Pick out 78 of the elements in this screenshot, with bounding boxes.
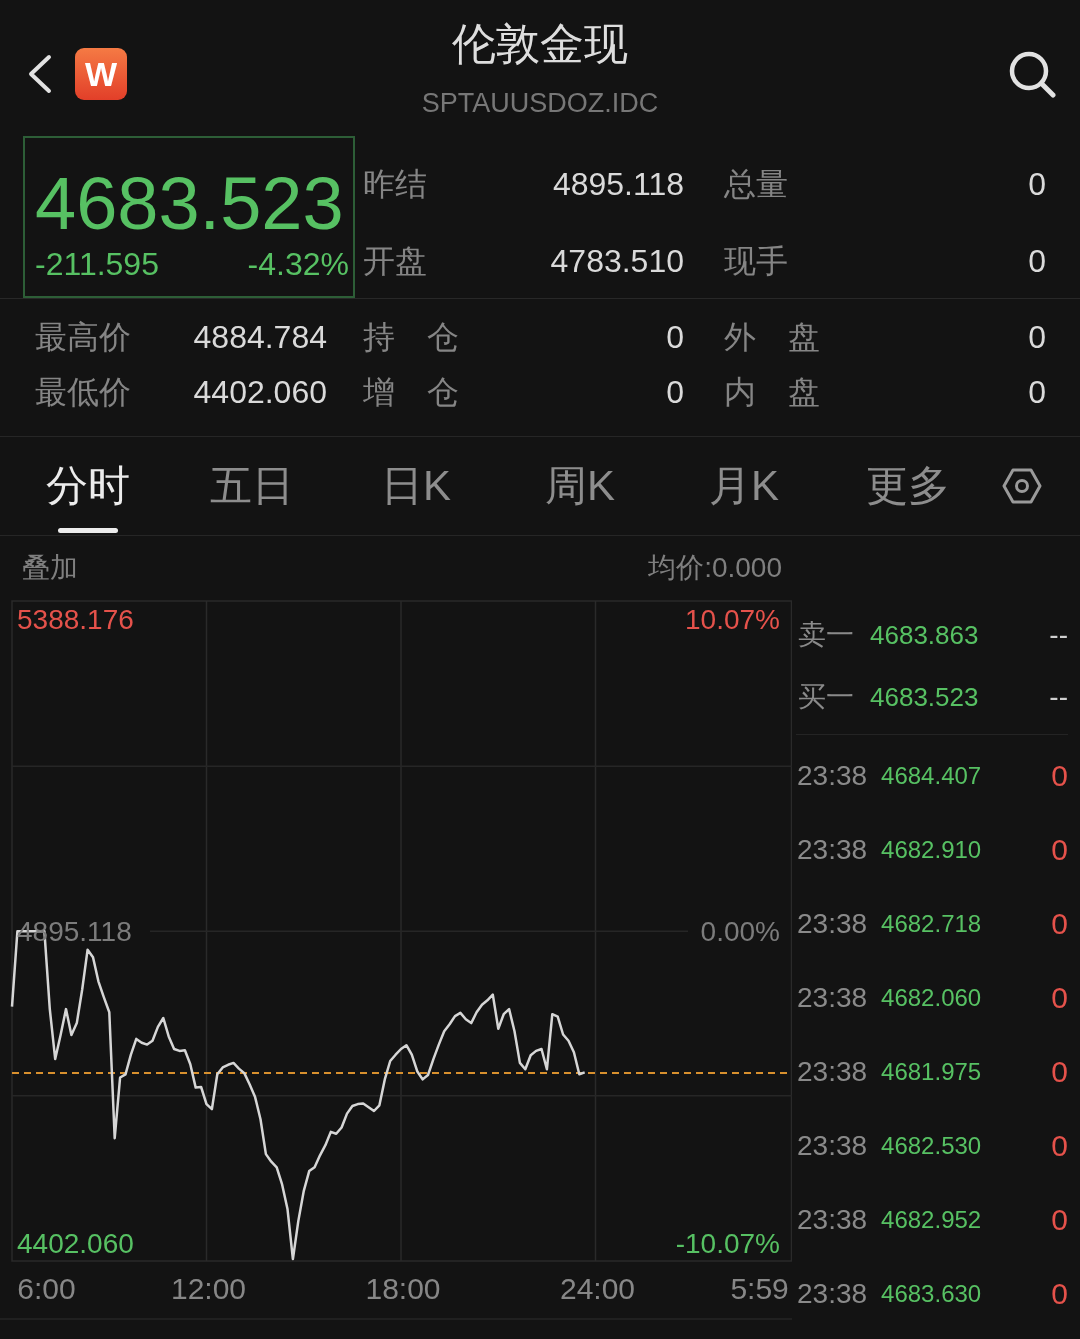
time-axis-label: 18:00	[365, 1272, 441, 1305]
stat-label: 外 盘	[724, 317, 820, 357]
trade-price: 4682.060	[881, 984, 982, 1012]
stat-label: 总量	[724, 164, 788, 204]
stat-label: 最低价	[35, 372, 131, 412]
tab[interactable]: 周K	[545, 437, 615, 535]
price-axis-label: 4402.060	[17, 1228, 134, 1260]
price-axis-label: 5388.176	[17, 604, 134, 636]
trade-time: 23:38	[797, 834, 868, 866]
page-title: 伦敦金现	[452, 18, 628, 70]
percent-axis-label: 10.07%	[685, 604, 780, 636]
trade-price: 4682.718	[881, 910, 982, 938]
stat-label: 昨结	[363, 164, 427, 204]
trade-volume: 0	[1051, 1203, 1068, 1237]
stat-value: 4884.784	[193, 319, 327, 356]
app-logo: W	[75, 48, 127, 100]
trade-price: 4682.952	[881, 1206, 982, 1234]
stat-value: 4895.118	[552, 166, 684, 203]
tab[interactable]: 分时	[46, 437, 130, 535]
trade-volume: 0	[1051, 907, 1068, 941]
order-price: 4683.863	[870, 619, 979, 651]
stat-value: 0	[666, 374, 684, 411]
time-axis-label: 12:00	[170, 1272, 247, 1305]
trade-volume: 0	[1051, 759, 1068, 793]
stat-label: 现手	[724, 241, 788, 281]
last-price: 4683.523	[35, 164, 345, 244]
change-percent: -4.32%	[247, 245, 349, 284]
trade-volume: 0	[1051, 1129, 1068, 1163]
trade-time: 23:38	[797, 982, 868, 1014]
order-volume: --	[1049, 619, 1068, 651]
trade-time: 23:38	[797, 760, 868, 792]
trade-price: 4681.975	[881, 1058, 982, 1086]
trade-time: 23:38	[797, 1204, 868, 1236]
search-icon[interactable]	[1008, 50, 1056, 98]
stat-value: 0	[666, 319, 684, 356]
symbol-code: SPTAUUSDOZ.IDC	[421, 87, 659, 120]
order-label: 买一	[798, 680, 854, 714]
stat-label: 增 仓	[363, 372, 459, 412]
back-icon[interactable]	[27, 54, 53, 94]
tab[interactable]: 月K	[709, 437, 779, 535]
percent-axis-label: 0.00%	[700, 916, 780, 948]
stat-label: 开盘	[363, 241, 427, 281]
trade-time: 23:38	[797, 1278, 868, 1310]
stat-value: 4783.510	[550, 243, 684, 280]
tab[interactable]: 更多	[866, 437, 950, 535]
trade-volume: 0	[1051, 1277, 1068, 1311]
trade-volume: 0	[1051, 1055, 1068, 1089]
order-volume: --	[1049, 681, 1068, 713]
percent-axis-label: -10.07%	[675, 1228, 780, 1260]
trade-time: 23:38	[797, 1056, 868, 1088]
stat-label: 持 仓	[363, 317, 459, 357]
time-axis-label: 5:59	[730, 1272, 789, 1305]
trade-price: 4682.530	[881, 1132, 982, 1160]
trade-time: 23:38	[797, 1130, 868, 1162]
stat-value: 4402.060	[193, 374, 327, 411]
stat-label: 内 盘	[724, 372, 820, 412]
order-price: 4683.523	[870, 681, 979, 713]
trade-price: 4683.630	[881, 1280, 982, 1308]
price-change: -211.595	[35, 245, 159, 284]
tab[interactable]: 日K	[381, 437, 451, 535]
trade-volume: 0	[1051, 981, 1068, 1015]
average-price: 均价:0.000	[648, 550, 782, 585]
stat-label: 最高价	[35, 317, 131, 357]
stat-value: 0	[1028, 374, 1046, 411]
price-axis-label: 4895.118	[17, 916, 132, 948]
settings-icon[interactable]	[1002, 466, 1042, 506]
tab[interactable]: 五日	[210, 437, 294, 535]
time-axis-label: 6:00	[17, 1272, 76, 1305]
trade-volume: 0	[1051, 833, 1068, 867]
time-axis-label: 24:00	[559, 1272, 636, 1305]
trade-price: 4682.910	[881, 836, 982, 864]
trade-price: 4684.407	[881, 762, 982, 790]
overlay-button[interactable]: 叠加	[22, 548, 78, 587]
stat-value: 0	[1028, 243, 1046, 280]
stat-value: 0	[1028, 166, 1046, 203]
trade-time: 23:38	[797, 908, 868, 940]
order-label: 卖一	[798, 618, 854, 652]
stat-value: 0	[1028, 319, 1046, 356]
